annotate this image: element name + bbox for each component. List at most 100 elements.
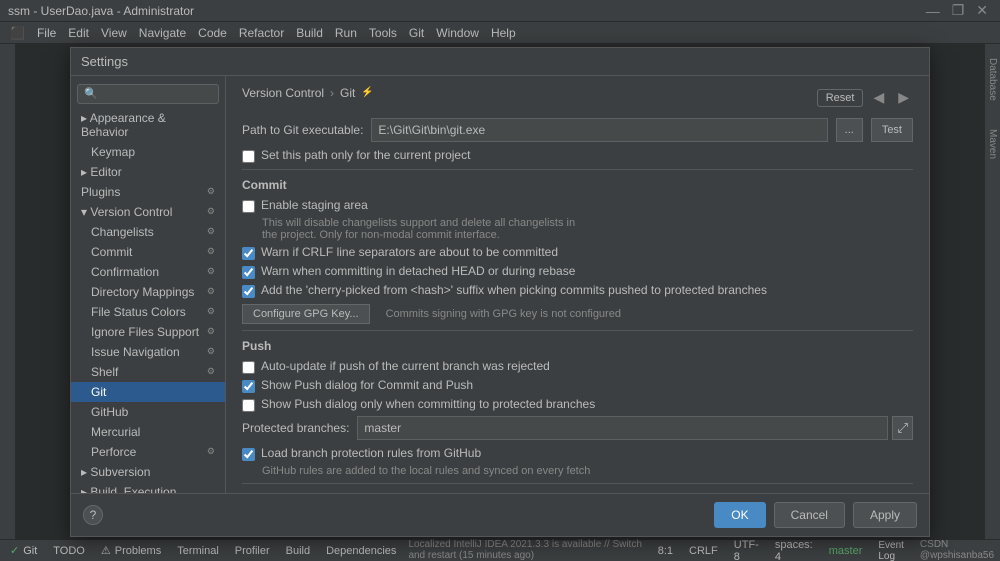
statusbar-build[interactable]: Build — [282, 545, 314, 557]
statusbar-dependencies[interactable]: Dependencies — [322, 545, 400, 557]
load-protection-label: Load branch protection rules from GitHub — [261, 446, 481, 460]
menu-refactor[interactable]: Refactor — [233, 24, 290, 42]
nav-commit[interactable]: Commit⚙ — [71, 242, 225, 262]
warn-crlf-checkbox[interactable] — [242, 247, 255, 260]
staging-area-checkbox[interactable] — [242, 200, 255, 213]
breadcrumb-git: Git — [340, 86, 355, 100]
cherry-pick-label: Add the 'cherry-picked from <hash>' suff… — [261, 283, 767, 297]
protected-branches-input[interactable] — [357, 416, 888, 440]
settings-search-container — [71, 80, 225, 108]
menu-build[interactable]: Build — [290, 24, 329, 42]
menu-view[interactable]: View — [95, 24, 133, 42]
todo-label: TODO — [53, 545, 85, 557]
crlf-indicator[interactable]: CRLF — [685, 539, 722, 561]
profiler-label: Profiler — [235, 545, 270, 557]
right-tab-database[interactable]: Database — [985, 54, 1000, 105]
menu-tools[interactable]: Tools — [363, 24, 403, 42]
menu-navigate[interactable]: Navigate — [133, 24, 192, 42]
content-area: Settings ▸ Appearance — [16, 44, 984, 539]
warn-detached-checkbox[interactable] — [242, 266, 255, 279]
configure-gpg-button[interactable]: Configure GPG Key... — [242, 304, 370, 324]
browse-button[interactable]: ... — [836, 118, 863, 142]
nav-confirmation[interactable]: Confirmation⚙ — [71, 262, 225, 282]
apply-button[interactable]: Apply — [853, 502, 917, 528]
maximize-button[interactable]: ❐ — [948, 2, 969, 19]
show-push-protected-checkbox[interactable] — [242, 399, 255, 412]
right-tab-maven[interactable]: Maven — [985, 125, 1000, 163]
nav-appearance[interactable]: ▸ Appearance & Behavior — [71, 108, 225, 142]
show-push-dialog-checkbox[interactable] — [242, 380, 255, 393]
nav-github[interactable]: GitHub — [71, 402, 225, 422]
settings-title-text: Settings — [81, 54, 128, 69]
minimize-button[interactable]: — — [922, 2, 944, 19]
menu-git[interactable]: Git — [403, 24, 430, 42]
expand-protected-button[interactable]: ⤢ — [892, 416, 913, 440]
nav-version-control[interactable]: ▾ Version Control ⚙ — [71, 202, 225, 222]
spaces-indicator[interactable]: spaces: 4 — [771, 539, 817, 561]
nav-file-status-colors[interactable]: File Status Colors⚙ — [71, 302, 225, 322]
load-protection-row: Load branch protection rules from GitHub — [242, 446, 913, 461]
nav-editor[interactable]: ▸ Editor — [71, 162, 225, 182]
push-section-title: Push — [242, 339, 913, 353]
breadcrumb-vc: Version Control — [242, 86, 324, 100]
menu-code[interactable]: Code — [192, 24, 233, 42]
set-path-checkbox[interactable] — [242, 150, 255, 163]
settings-overlay: Settings ▸ Appearance — [16, 44, 984, 539]
settings-content: Version Control › Git ⚡ Reset ◀ ▶ — [226, 76, 929, 493]
titlebar: ssm - UserDao.java - Administrator — ❐ ✕ — [0, 0, 1000, 22]
settings-dialog: Settings ▸ Appearance — [70, 47, 930, 537]
set-path-row: Set this path only for the current proje… — [242, 148, 913, 163]
reset-button[interactable]: Reset — [817, 89, 864, 107]
settings-dialog-body: ▸ Appearance & Behavior Keymap ▸ Editor … — [71, 76, 929, 493]
nav-keymap[interactable]: Keymap — [71, 142, 225, 162]
nav-shelf[interactable]: Shelf⚙ — [71, 362, 225, 382]
github-rules-label: GitHub rules are added to the local rule… — [262, 465, 913, 477]
close-button[interactable]: ✕ — [972, 2, 992, 19]
cherry-pick-checkbox[interactable] — [242, 285, 255, 298]
git-path-row: Path to Git executable: ... Test — [242, 118, 913, 142]
nav-issue-navigation[interactable]: Issue Navigation⚙ — [71, 342, 225, 362]
nav-ignore-files[interactable]: Ignore Files Support⚙ — [71, 322, 225, 342]
settings-dialog-title: Settings — [71, 48, 929, 76]
menu-window[interactable]: Window — [430, 24, 485, 42]
statusbar-profiler[interactable]: Profiler — [231, 545, 274, 557]
event-log-indicator[interactable]: Event Log — [874, 539, 912, 561]
nav-back-button[interactable]: ◀ — [869, 87, 888, 108]
nav-build-execution[interactable]: ▸ Build, Execution, Deployment — [71, 482, 225, 493]
ok-button[interactable]: OK — [714, 502, 765, 528]
help-button[interactable]: ? — [83, 505, 103, 525]
menu-help[interactable]: Help — [485, 24, 522, 42]
auto-update-checkbox[interactable] — [242, 361, 255, 374]
warning-icon: ⚠ — [101, 544, 111, 557]
show-push-protected-row: Show Push dialog only when committing to… — [242, 397, 913, 412]
nav-mercurial[interactable]: Mercurial — [71, 422, 225, 442]
nav-subversion[interactable]: ▸ Subversion — [71, 462, 225, 482]
load-protection-checkbox[interactable] — [242, 448, 255, 461]
settings-search-input[interactable] — [77, 84, 219, 104]
git-path-input[interactable] — [371, 118, 827, 142]
menu-file[interactable]: File — [31, 24, 62, 42]
statusbar-git[interactable]: ✓ Git — [6, 544, 41, 557]
cancel-button[interactable]: Cancel — [774, 502, 845, 528]
nav-perforce[interactable]: Perforce⚙ — [71, 442, 225, 462]
warn-detached-row: Warn when committing in detached HEAD or… — [242, 264, 913, 279]
nav-directory-mappings[interactable]: Directory Mappings⚙ — [71, 282, 225, 302]
utf8-indicator[interactable]: UTF-8 — [730, 539, 763, 561]
statusbar-terminal[interactable]: Terminal — [173, 545, 223, 557]
nav-changelists[interactable]: Changelists⚙ — [71, 222, 225, 242]
statusbar-todo[interactable]: TODO — [49, 545, 89, 557]
statusbar-problems[interactable]: ⚠ Problems — [97, 544, 165, 557]
menu-edit[interactable]: Edit — [62, 24, 95, 42]
dialog-buttons: ? OK Cancel Apply — [71, 493, 929, 536]
protected-branches-input-container: ⤢ — [357, 416, 913, 440]
test-button[interactable]: Test — [871, 118, 913, 142]
branch-indicator[interactable]: master — [825, 539, 867, 561]
nav-forward-button[interactable]: ▶ — [894, 87, 913, 108]
titlebar-controls: — ❐ ✕ — [922, 2, 992, 19]
watermark: CSDN @wpshisanba56 — [920, 539, 994, 561]
menu-run[interactable]: Run — [329, 24, 363, 42]
line-col-indicator[interactable]: 8:1 — [654, 539, 677, 561]
breadcrumb-icon: ⚡ — [361, 87, 373, 98]
nav-plugins[interactable]: Plugins ⚙ — [71, 182, 225, 202]
nav-git[interactable]: Git — [71, 382, 225, 402]
